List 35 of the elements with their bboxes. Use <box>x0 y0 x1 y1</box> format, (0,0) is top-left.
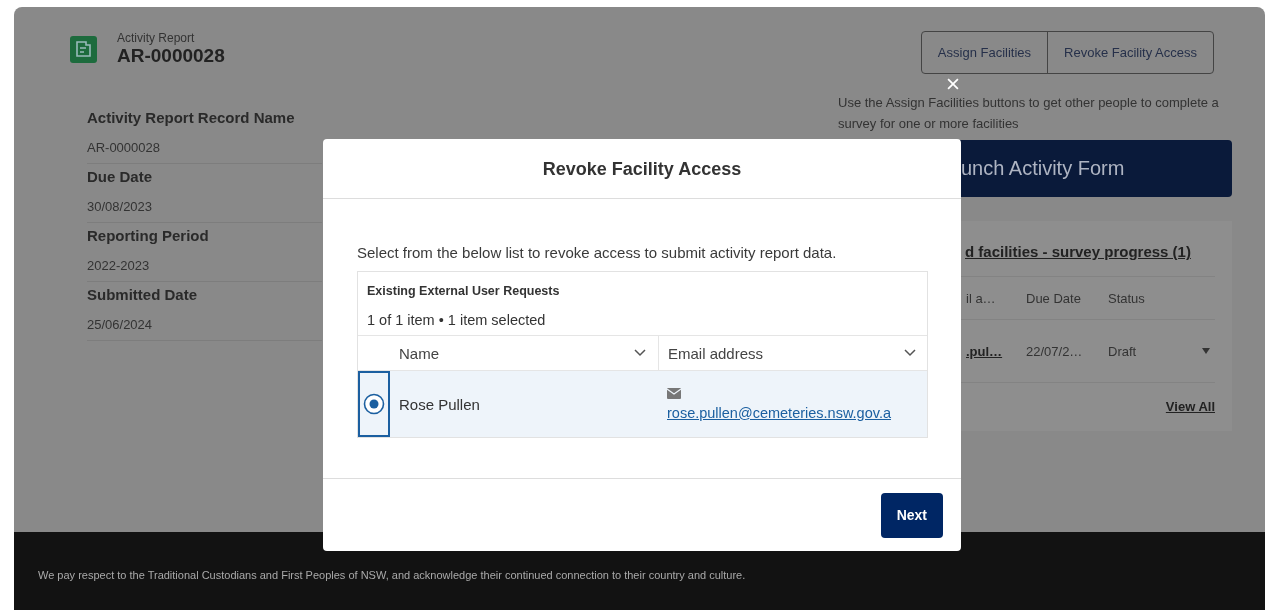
table-cell-text: 22/07/2… <box>1026 343 1084 359</box>
action-button[interactable]: Revoke Facility Access <box>1047 32 1213 73</box>
acknowledgement-text: We pay respect to the Traditional Custodians and First Peoples of NSW, and acknowledge their continued connection to their country and culture. <box>38 569 746 581</box>
field-label: Submitted Date <box>87 286 198 303</box>
modal-title: Revoke Facility Access <box>323 139 961 199</box>
field-value: 25/06/2024 <box>87 317 322 341</box>
field-label: Due Date <box>87 168 154 185</box>
field-label: Activity Report Record Name <box>87 109 296 126</box>
column-header[interactable]: Name <box>390 336 658 370</box>
email-link[interactable]: .pul… <box>966 343 1026 359</box>
selection-summary: 1 of 1 item • 1 item selected <box>366 311 547 330</box>
column-header: il a… <box>966 290 997 306</box>
table-title: Existing External User Requests <box>366 283 561 298</box>
column-header: Due Date <box>1026 290 1082 306</box>
close-icon[interactable] <box>946 77 960 91</box>
column-header: Status <box>1108 290 1146 306</box>
field-value: 30/08/2023 <box>87 199 322 223</box>
radio-button[interactable] <box>363 393 385 415</box>
dropdown-icon[interactable] <box>1202 348 1210 354</box>
field-value: AR-0000028 <box>87 140 322 164</box>
next-button[interactable]: Next <box>880 492 943 538</box>
action-button[interactable]: Assign Facilities <box>921 32 1048 73</box>
record-title: AR-0000028 <box>117 45 225 67</box>
chevron-icon <box>634 349 646 357</box>
email-link[interactable]: rose.pullen@cemeteries.nsw.gov.a <box>667 404 928 421</box>
help-text: Use the Assign Facilities buttons to get other people to complete a survey for one or more facilities <box>838 94 1220 133</box>
status-cell-text: Draft <box>1108 343 1138 359</box>
name-cell-text: Rose Pullen <box>398 394 481 415</box>
column-header[interactable]: Email address <box>658 336 928 370</box>
field-value: 2022-2023 <box>87 258 322 282</box>
chevron-icon <box>904 349 916 357</box>
envelope-icon <box>667 387 681 399</box>
field-label: Reporting Period <box>87 227 210 244</box>
instruction-text: Select from the below list to revoke access to submit activity report data. <box>357 244 838 261</box>
record-type: Activity Report <box>117 31 196 45</box>
